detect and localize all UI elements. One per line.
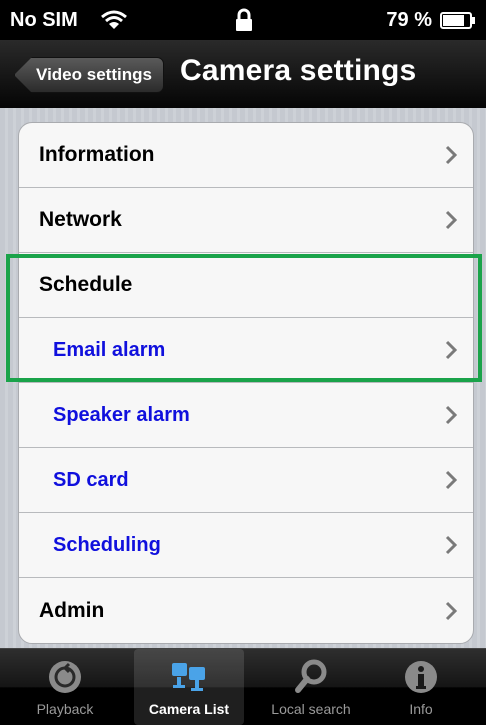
menu-item-label: Speaker alarm	[53, 403, 190, 426]
menu-item-sd-card[interactable]: SD card	[19, 448, 473, 513]
info-icon	[405, 661, 437, 693]
status-bar: No SIM 79 %	[0, 0, 486, 40]
page-title: Camera settings	[180, 54, 417, 87]
battery-icon	[440, 12, 475, 29]
chevron-right-icon	[445, 601, 457, 620]
tab-label: Info	[409, 701, 433, 717]
menu-item-speaker-alarm[interactable]: Speaker alarm	[19, 383, 473, 448]
tab-playback[interactable]: Playback	[10, 649, 120, 725]
tab-camera-list[interactable]: Camera List	[134, 649, 244, 725]
menu-section-label: Schedule	[39, 273, 133, 296]
camera-list-icon	[172, 663, 205, 691]
chevron-right-icon	[445, 535, 457, 555]
menu-section-schedule: Schedule	[19, 253, 473, 318]
battery-percent: 79 %	[386, 9, 432, 31]
settings-list: Information Network Schedule Email alarm…	[18, 122, 474, 644]
playback-icon	[49, 661, 81, 693]
chevron-right-icon	[445, 340, 457, 360]
chevron-right-icon	[445, 145, 457, 165]
tab-local-search[interactable]: Local search	[256, 649, 366, 725]
menu-item-scheduling[interactable]: Scheduling	[19, 513, 473, 578]
menu-item-label: Network	[39, 208, 122, 231]
tab-label: Local search	[271, 701, 351, 717]
menu-item-admin[interactable]: Admin	[19, 578, 473, 643]
menu-item-label: Admin	[39, 598, 105, 622]
menu-item-network[interactable]: Network	[19, 188, 473, 253]
menu-item-email-alarm[interactable]: Email alarm	[19, 318, 473, 383]
tab-label: Playback	[36, 701, 94, 717]
menu-item-label: Email alarm	[53, 338, 166, 361]
back-button[interactable]: Video settings	[14, 57, 164, 93]
tab-label: Camera List	[148, 701, 230, 717]
carrier-label: No SIM	[10, 9, 78, 31]
search-icon	[295, 659, 327, 693]
chevron-right-icon	[445, 405, 457, 425]
tab-bar: Playback Camera List Local search Info	[0, 648, 486, 725]
menu-item-label: Information	[39, 143, 155, 166]
menu-item-label: SD card	[53, 468, 129, 491]
lock-icon	[236, 8, 252, 31]
tab-info[interactable]: Info	[366, 649, 476, 725]
navigation-bar: Video settings Camera settings	[0, 40, 486, 109]
chevron-right-icon	[445, 210, 457, 230]
wifi-icon	[101, 10, 127, 29]
menu-item-information[interactable]: Information	[19, 123, 473, 188]
settings-content[interactable]: Information Network Schedule Email alarm…	[0, 108, 486, 648]
chevron-right-icon	[445, 470, 457, 490]
menu-item-label: Scheduling	[53, 533, 161, 556]
